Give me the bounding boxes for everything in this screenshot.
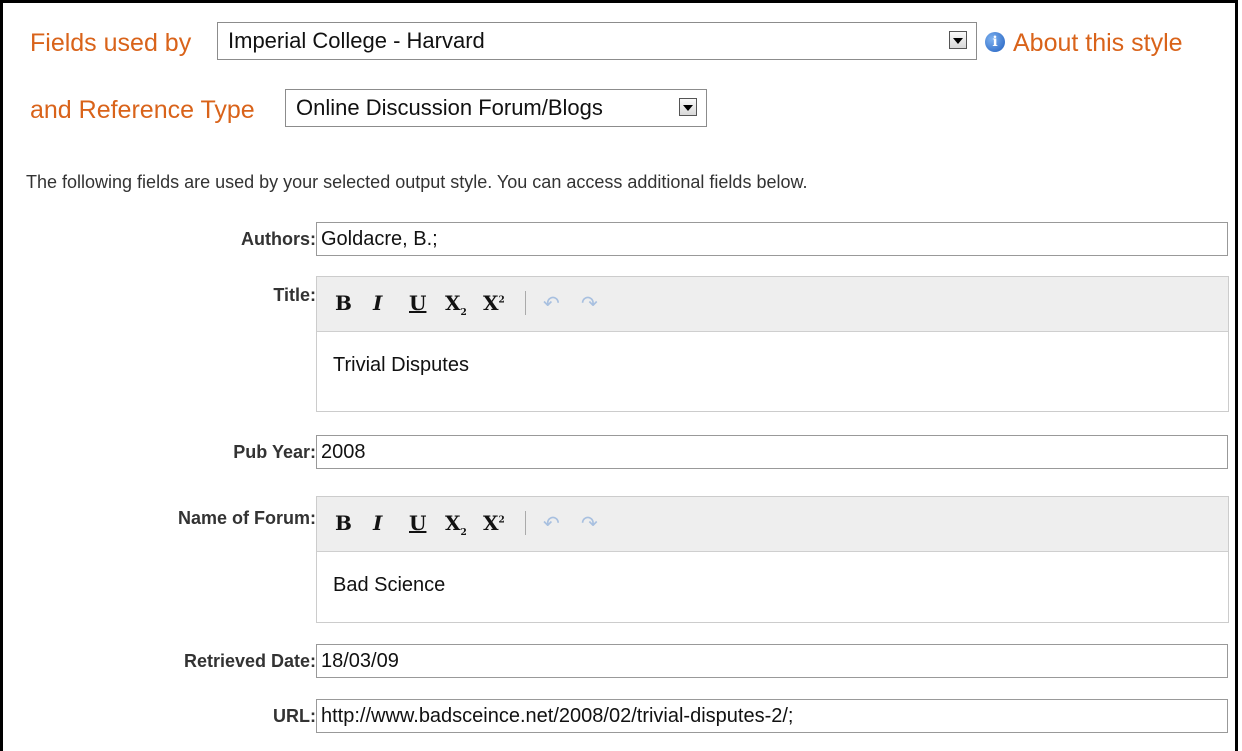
superscript-icon[interactable]: X2 (483, 291, 505, 315)
title-label: Title: (273, 285, 316, 305)
retrieved-date-input[interactable]: 18/03/09 (316, 644, 1228, 678)
reference-type-value: Online Discussion Forum/Blogs (296, 95, 603, 120)
retrieved-date-label: Retrieved Date: (183, 651, 316, 671)
redo-icon[interactable]: ↷ (581, 291, 598, 316)
pub-year-label: Pub Year: (233, 442, 316, 462)
output-style-value: Imperial College - Harvard (228, 28, 485, 53)
pub-year-input[interactable]: 2008 (316, 435, 1228, 469)
dropdown-arrow-icon[interactable] (949, 31, 967, 49)
url-label: URL: (273, 706, 316, 726)
subscript-icon[interactable]: X2 (445, 511, 467, 538)
underline-icon[interactable]: U (409, 291, 426, 315)
title-editor[interactable]: B I U X2 X2 ↶ ↷ Trivial Disputes (316, 276, 1229, 412)
url-input[interactable]: http://www.badsceince.net/2008/02/trivia… (316, 699, 1228, 733)
underline-icon[interactable]: U (409, 511, 426, 535)
forum-editor-toolbar: B I U X2 X2 ↶ ↷ (317, 497, 1228, 552)
fields-used-by-label: Fields used by (30, 29, 192, 57)
bold-icon[interactable]: B (335, 291, 352, 315)
redo-icon[interactable]: ↷ (581, 511, 598, 536)
authors-label: Authors: (241, 229, 316, 249)
title-editor-content[interactable]: Trivial Disputes (317, 332, 1228, 377)
reference-type-label: and Reference Type (30, 96, 255, 124)
output-style-select[interactable]: Imperial College - Harvard (217, 22, 977, 60)
forum-label: Name of Forum: (177, 508, 316, 528)
italic-icon[interactable]: I (373, 291, 382, 315)
forum-editor[interactable]: B I U X2 X2 ↶ ↷ Bad Science (316, 496, 1229, 623)
about-style-link[interactable]: About this style (1013, 29, 1183, 58)
forum-editor-content[interactable]: Bad Science (317, 552, 1228, 597)
superscript-icon[interactable]: X2 (483, 511, 505, 535)
toolbar-divider (525, 511, 526, 535)
title-editor-toolbar: B I U X2 X2 ↶ ↷ (317, 277, 1228, 332)
reference-type-select[interactable]: Online Discussion Forum/Blogs (285, 89, 707, 127)
authors-input[interactable]: Goldacre, B.; (316, 222, 1228, 256)
bold-icon[interactable]: B (335, 511, 352, 535)
info-icon[interactable]: i (985, 32, 1005, 52)
subscript-icon[interactable]: X2 (445, 291, 467, 318)
dropdown-arrow-icon[interactable] (679, 98, 697, 116)
toolbar-divider (525, 291, 526, 315)
undo-icon[interactable]: ↶ (543, 511, 560, 536)
intro-text: The following fields are used by your se… (26, 172, 808, 192)
italic-icon[interactable]: I (373, 511, 382, 535)
undo-icon[interactable]: ↶ (543, 291, 560, 316)
